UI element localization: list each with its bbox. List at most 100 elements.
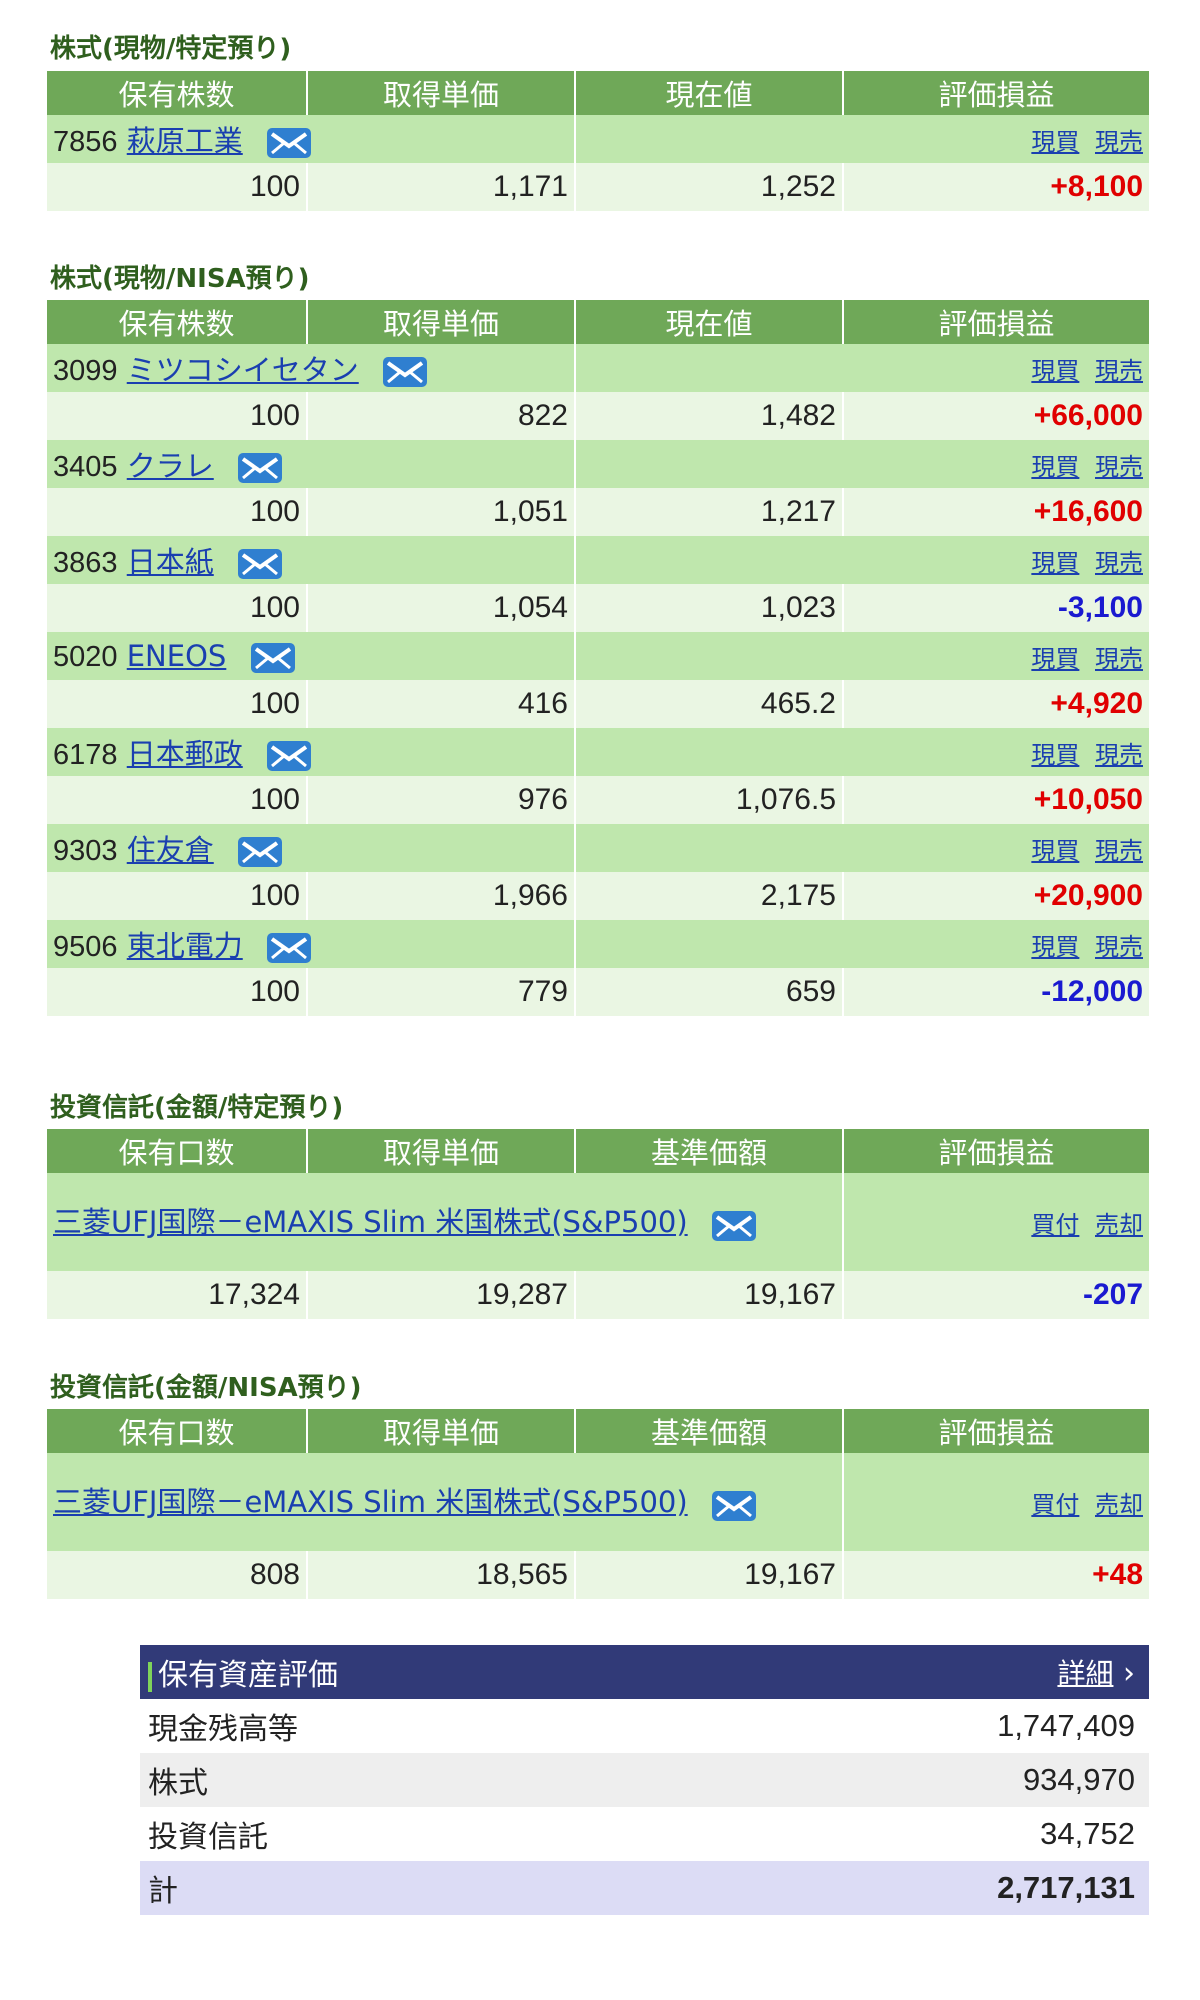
summary-row: 株式 934,970 — [140, 1753, 1149, 1807]
table-row: 100 779 659 -12,000 — [47, 968, 1149, 1016]
pl-cell: +20,900 — [842, 872, 1149, 920]
fund-cell: 三菱UFJ国際－eMAXIS Slim 米国株式(S&P500) — [47, 1453, 844, 1551]
summary-row: 現金残高等 1,747,409 — [140, 1699, 1149, 1753]
sell-link[interactable]: 現売 — [1095, 933, 1143, 961]
col-header-pl: 評価損益 — [842, 300, 1149, 344]
col-header-qty: 保有株数 — [47, 71, 307, 115]
qty-cell: 808 — [47, 1551, 307, 1599]
envelope-icon[interactable] — [237, 836, 283, 868]
price-cell: 1,023 — [574, 584, 843, 632]
col-header-cost: 取得単価 — [306, 1409, 575, 1453]
buy-link[interactable]: 現買 — [1031, 933, 1079, 961]
summary-value: 34,752 — [1040, 1816, 1135, 1851]
envelope-icon[interactable] — [266, 740, 312, 772]
envelope-icon[interactable] — [250, 642, 296, 674]
cost-cell: 18,565 — [306, 1551, 575, 1599]
buy-link[interactable]: 現買 — [1031, 645, 1079, 673]
sell-link[interactable]: 現売 — [1095, 549, 1143, 577]
table-row: 三菱UFJ国際－eMAXIS Slim 米国株式(S&P500) 買付 売却 — [47, 1173, 1149, 1271]
summary-label: 現金残高等 — [148, 1712, 298, 1747]
fund-cell: 三菱UFJ国際－eMAXIS Slim 米国株式(S&P500) — [47, 1173, 844, 1271]
pl-cell: +10,050 — [842, 776, 1149, 824]
summary-row: 投資信託 34,752 — [140, 1807, 1149, 1861]
col-header-price: 基準価額 — [574, 1409, 843, 1453]
summary-value: 1,747,409 — [997, 1708, 1135, 1743]
buy-link[interactable]: 買付 — [1031, 1491, 1079, 1519]
buy-link[interactable]: 現買 — [1031, 741, 1079, 769]
buy-link[interactable]: 現買 — [1031, 128, 1079, 156]
col-header-price: 現在値 — [574, 71, 843, 115]
stock-name-link[interactable]: 萩原工業 — [127, 124, 243, 158]
sell-link[interactable]: 現売 — [1095, 453, 1143, 481]
buy-link[interactable]: 現買 — [1031, 453, 1079, 481]
cost-cell: 1,966 — [306, 872, 575, 920]
qty-cell: 100 — [47, 584, 307, 632]
envelope-icon[interactable] — [266, 932, 312, 964]
stock-cell: 7856 萩原工業 — [47, 115, 576, 163]
sell-link[interactable]: 現売 — [1095, 741, 1143, 769]
table-row: 7856 萩原工業 現買 現売 — [47, 115, 1149, 163]
cost-cell: 976 — [306, 776, 575, 824]
cost-cell: 1,171 — [306, 163, 575, 211]
buy-link[interactable]: 買付 — [1031, 1211, 1079, 1239]
detail-link-wrap[interactable]: 詳細 › — [1057, 1652, 1135, 1692]
envelope-icon[interactable] — [711, 1208, 757, 1241]
trade-cell: 現買 現売 — [575, 728, 1149, 776]
section-title: 株式(現物/特定預り) — [50, 34, 292, 64]
section-title: 投資信託(金額/特定預り) — [50, 1093, 344, 1123]
envelope-icon[interactable] — [237, 548, 283, 580]
summary-value: 934,970 — [1022, 1762, 1135, 1797]
stock-cell: 9506 東北電力 — [47, 920, 576, 968]
stock-name-link[interactable]: ミツコシイセタン — [127, 353, 359, 387]
buy-link[interactable]: 現買 — [1031, 549, 1079, 577]
price-cell: 1,076.5 — [574, 776, 843, 824]
sell-link[interactable]: 現売 — [1095, 128, 1143, 156]
table-row: 9506 東北電力 現買 現売 — [47, 920, 1149, 968]
summary-total-row: 計 2,717,131 — [140, 1861, 1149, 1915]
fund-name-link[interactable]: 三菱UFJ国際－eMAXIS Slim 米国株式(S&P500) — [53, 1205, 688, 1239]
chevron-right-icon[interactable]: › — [1123, 1656, 1135, 1691]
detail-link[interactable]: 詳細 — [1057, 1657, 1113, 1690]
cost-cell: 416 — [306, 680, 575, 728]
sell-link[interactable]: 現売 — [1095, 645, 1143, 673]
stock-name-link[interactable]: 日本郵政 — [127, 737, 243, 771]
col-header-cost: 取得単価 — [306, 71, 575, 115]
table-row: 100 976 1,076.5 +10,050 — [47, 776, 1149, 824]
buy-link[interactable]: 現買 — [1031, 357, 1079, 385]
qty-cell: 100 — [47, 872, 307, 920]
table-row: 17,324 19,287 19,167 -207 — [47, 1271, 1149, 1319]
col-header-pl: 評価損益 — [842, 71, 1149, 115]
price-cell: 19,167 — [574, 1551, 843, 1599]
stock-name-link[interactable]: 住友倉 — [127, 833, 214, 867]
envelope-icon[interactable] — [266, 127, 312, 159]
col-header-price: 基準価額 — [574, 1129, 843, 1173]
section-title: 投資信託(金額/NISA預り) — [50, 1373, 362, 1403]
buy-link[interactable]: 現買 — [1031, 837, 1079, 865]
sell-link[interactable]: 現売 — [1095, 837, 1143, 865]
price-cell: 1,252 — [574, 163, 843, 211]
stock-code: 5020 — [53, 640, 118, 673]
pl-cell: +66,000 — [842, 392, 1149, 440]
stock-name-link[interactable]: 日本紙 — [127, 545, 214, 579]
table-row: 3099 ミツコシイセタン 現買 現売 — [47, 344, 1149, 392]
sell-link[interactable]: 売却 — [1095, 1211, 1143, 1239]
stock-name-link[interactable]: ENEOS — [127, 639, 227, 673]
cost-cell: 822 — [306, 392, 575, 440]
sell-link[interactable]: 現売 — [1095, 357, 1143, 385]
envelope-icon[interactable] — [382, 356, 428, 388]
qty-cell: 100 — [47, 968, 307, 1016]
envelope-icon[interactable] — [237, 452, 283, 484]
trade-cell: 買付 売却 — [843, 1173, 1149, 1271]
portfolio-page: 株式(現物/特定預り) 保有株数 取得単価 現在値 評価損益 7856 萩原工業… — [0, 0, 1200, 2000]
stock-name-link[interactable]: 東北電力 — [127, 929, 243, 963]
summary-title: 保有資産評価 — [158, 1658, 338, 1693]
sell-link[interactable]: 売却 — [1095, 1491, 1143, 1519]
price-cell: 19,167 — [574, 1271, 843, 1319]
table-row: 3863 日本紙 現買 現売 — [47, 536, 1149, 584]
table-row: 三菱UFJ国際－eMAXIS Slim 米国株式(S&P500) 買付 売却 — [47, 1453, 1149, 1551]
envelope-icon[interactable] — [711, 1488, 757, 1521]
stock-cell: 6178 日本郵政 — [47, 728, 576, 776]
stock-name-link[interactable]: クラレ — [127, 449, 214, 483]
summary-header: 保有資産評価 詳細 › — [140, 1645, 1149, 1699]
fund-name-link[interactable]: 三菱UFJ国際－eMAXIS Slim 米国株式(S&P500) — [53, 1485, 688, 1519]
